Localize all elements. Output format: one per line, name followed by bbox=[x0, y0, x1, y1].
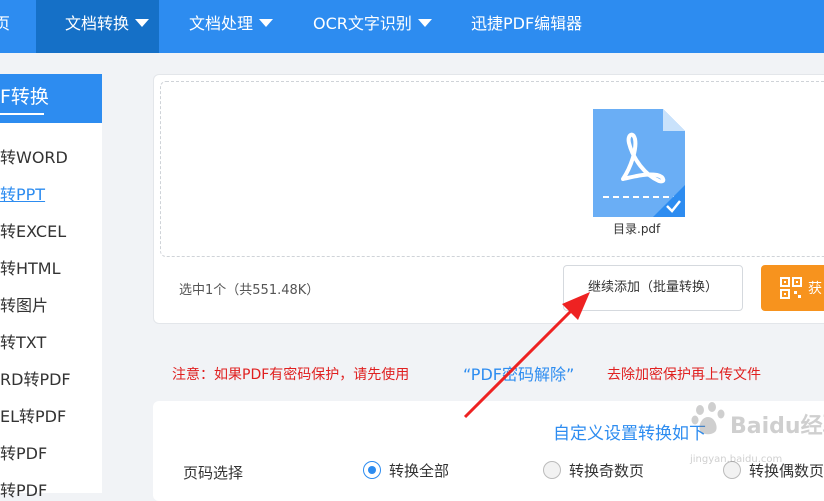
file-name: 目录.pdf bbox=[613, 222, 661, 236]
nav-item-doc-process[interactable]: 文档处理 bbox=[189, 0, 274, 53]
continue-add-button[interactable]: 继续添加（批量转换） bbox=[563, 265, 743, 311]
sidebar-item-word-to-pdf[interactable]: RD转PDF bbox=[0, 366, 71, 390]
nav-item-home[interactable]: 页 bbox=[0, 0, 10, 53]
notice-text: 注意：如果PDF有密码保护，请先使用 bbox=[172, 367, 410, 383]
radio-convert-odd[interactable]: 转换奇数页 bbox=[543, 460, 644, 481]
settings-title: 自定义设置转换如下 bbox=[553, 424, 706, 444]
sidebar-item-to-image[interactable]: 转图片 bbox=[0, 292, 48, 316]
sidebar-item-ppt-to-pdf[interactable]: 转PDF bbox=[0, 440, 47, 464]
sidebar-item-to-html[interactable]: 转HTML bbox=[0, 255, 61, 279]
nav-item-pdf-editor[interactable]: 迅捷PDF编辑器 bbox=[471, 0, 582, 53]
sidebar-header: F转换 bbox=[0, 74, 102, 123]
pdf-password-remove-link[interactable]: “PDF密码解除” bbox=[463, 361, 574, 385]
convert-button[interactable]: 获 bbox=[761, 265, 824, 311]
chevron-down-icon bbox=[259, 19, 274, 27]
nav-item-ocr[interactable]: OCR文字识别 bbox=[313, 0, 432, 53]
nav-item-doc-convert[interactable]: 文档转换 bbox=[36, 0, 159, 53]
sidebar-item-to-txt[interactable]: 转TXT bbox=[0, 329, 46, 353]
top-nav: 页 文档转换 文档处理 OCR文字识别 迅捷PDF编辑器 bbox=[0, 0, 824, 53]
file-dropzone[interactable]: 目录.pdf bbox=[160, 81, 824, 257]
sidebar-title: F转换 bbox=[0, 86, 49, 108]
chevron-down-icon bbox=[417, 19, 432, 27]
watermark-brand: Baidu经验 bbox=[730, 414, 824, 439]
notice-text-suffix: 去除加密保护再上传文件 bbox=[607, 367, 761, 383]
qr-code-icon bbox=[780, 277, 802, 299]
chevron-down-icon bbox=[135, 19, 150, 27]
baidu-paw-icon bbox=[691, 402, 725, 435]
upload-card: 目录.pdf 选中1个（共551.48K） 继续添加（批量转换） 获 bbox=[153, 74, 824, 324]
selected-file-info: 选中1个（共551.48K） bbox=[179, 283, 320, 298]
pdf-file-icon[interactable] bbox=[593, 109, 685, 217]
sidebar-list: 转WORD 转PPT 转EXCEL 转HTML 转图片 转TXT RD转PDF … bbox=[0, 123, 102, 500]
sidebar-title-underline bbox=[0, 113, 44, 115]
sidebar-item-img-to-pdf[interactable]: 转PDF bbox=[0, 477, 47, 501]
watermark-url: jingyan.baidu.com bbox=[690, 454, 783, 465]
page-range-label: 页码选择 bbox=[183, 464, 244, 482]
radio-dot bbox=[543, 461, 561, 479]
radio-dot bbox=[363, 461, 381, 479]
baidu-watermark: Baidu经验 jingyan.baidu.com bbox=[690, 400, 824, 470]
sidebar-item-to-ppt[interactable]: 转PPT bbox=[0, 181, 45, 205]
sidebar-item-to-word[interactable]: 转WORD bbox=[0, 144, 68, 168]
sidebar-item-excel-to-pdf[interactable]: EL转PDF bbox=[0, 403, 66, 427]
radio-convert-all[interactable]: 转换全部 bbox=[363, 460, 449, 481]
sidebar-item-to-excel[interactable]: 转EXCEL bbox=[0, 218, 66, 242]
